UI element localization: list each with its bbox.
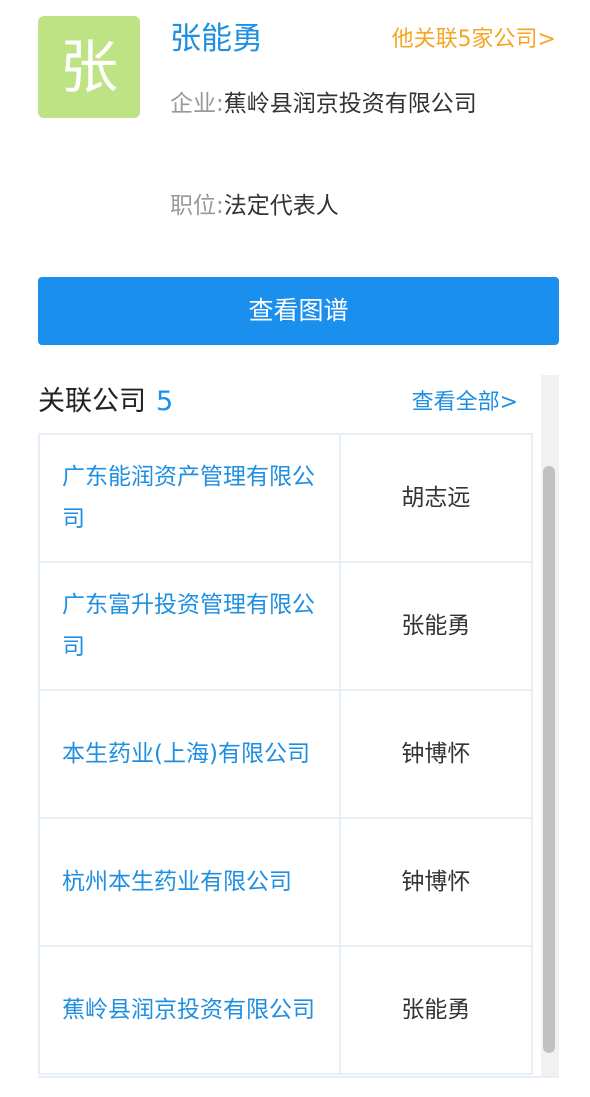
company-value[interactable]: 蕉岭县润京投资有限公司 [224, 91, 477, 117]
person-profile-page: 张 张能勇 他关联5家公司> 企业:蕉岭县润京投资有限公司 职位:法定代表人 查… [0, 0, 590, 1097]
table-row: 本生药业(上海)有限公司 钟博怀 [38, 689, 533, 819]
view-graph-button[interactable]: 查看图谱 [38, 277, 559, 345]
related-companies-link[interactable]: 他关联5家公司> [392, 24, 556, 56]
position-label: 职位: [170, 193, 224, 219]
person-name[interactable]: 张能勇 [170, 18, 263, 60]
section-title: 关联公司 5 [38, 382, 173, 422]
related-companies-table: 广东能润资产管理有限公司 胡志远 广东富升投资管理有限公司 张能勇 本生药业(上… [38, 433, 533, 1076]
company-info: 企业:蕉岭县润京投资有限公司 [170, 78, 542, 130]
company-name-cell[interactable]: 广东富升投资管理有限公司 [38, 561, 341, 691]
divider [38, 1076, 559, 1078]
representative-cell: 胡志远 [338, 433, 533, 563]
scrollbar-thumb[interactable] [543, 466, 555, 1053]
table-row: 杭州本生药业有限公司 钟博怀 [38, 817, 533, 947]
representative-cell: 张能勇 [338, 945, 533, 1075]
representative-cell: 钟博怀 [338, 689, 533, 819]
company-name-cell[interactable]: 杭州本生药业有限公司 [38, 817, 341, 947]
company-name-cell[interactable]: 蕉岭县润京投资有限公司 [38, 945, 341, 1075]
representative-cell: 钟博怀 [338, 817, 533, 947]
view-all-link[interactable]: 查看全部> [412, 387, 518, 419]
position-info: 职位:法定代表人 [170, 180, 542, 232]
table-row: 广东富升投资管理有限公司 张能勇 [38, 561, 533, 691]
representative-cell: 张能勇 [338, 561, 533, 691]
company-name-cell[interactable]: 广东能润资产管理有限公司 [38, 433, 341, 563]
position-value: 法定代表人 [223, 193, 339, 219]
section-count: 5 [156, 386, 174, 417]
company-label: 企业: [170, 91, 224, 117]
avatar: 张 [38, 16, 140, 118]
table-row: 蕉岭县润京投资有限公司 张能勇 [38, 945, 533, 1075]
table-row: 广东能润资产管理有限公司 胡志远 [38, 433, 533, 563]
section-title-label: 关联公司 [38, 386, 146, 417]
company-name-cell[interactable]: 本生药业(上海)有限公司 [38, 689, 341, 819]
